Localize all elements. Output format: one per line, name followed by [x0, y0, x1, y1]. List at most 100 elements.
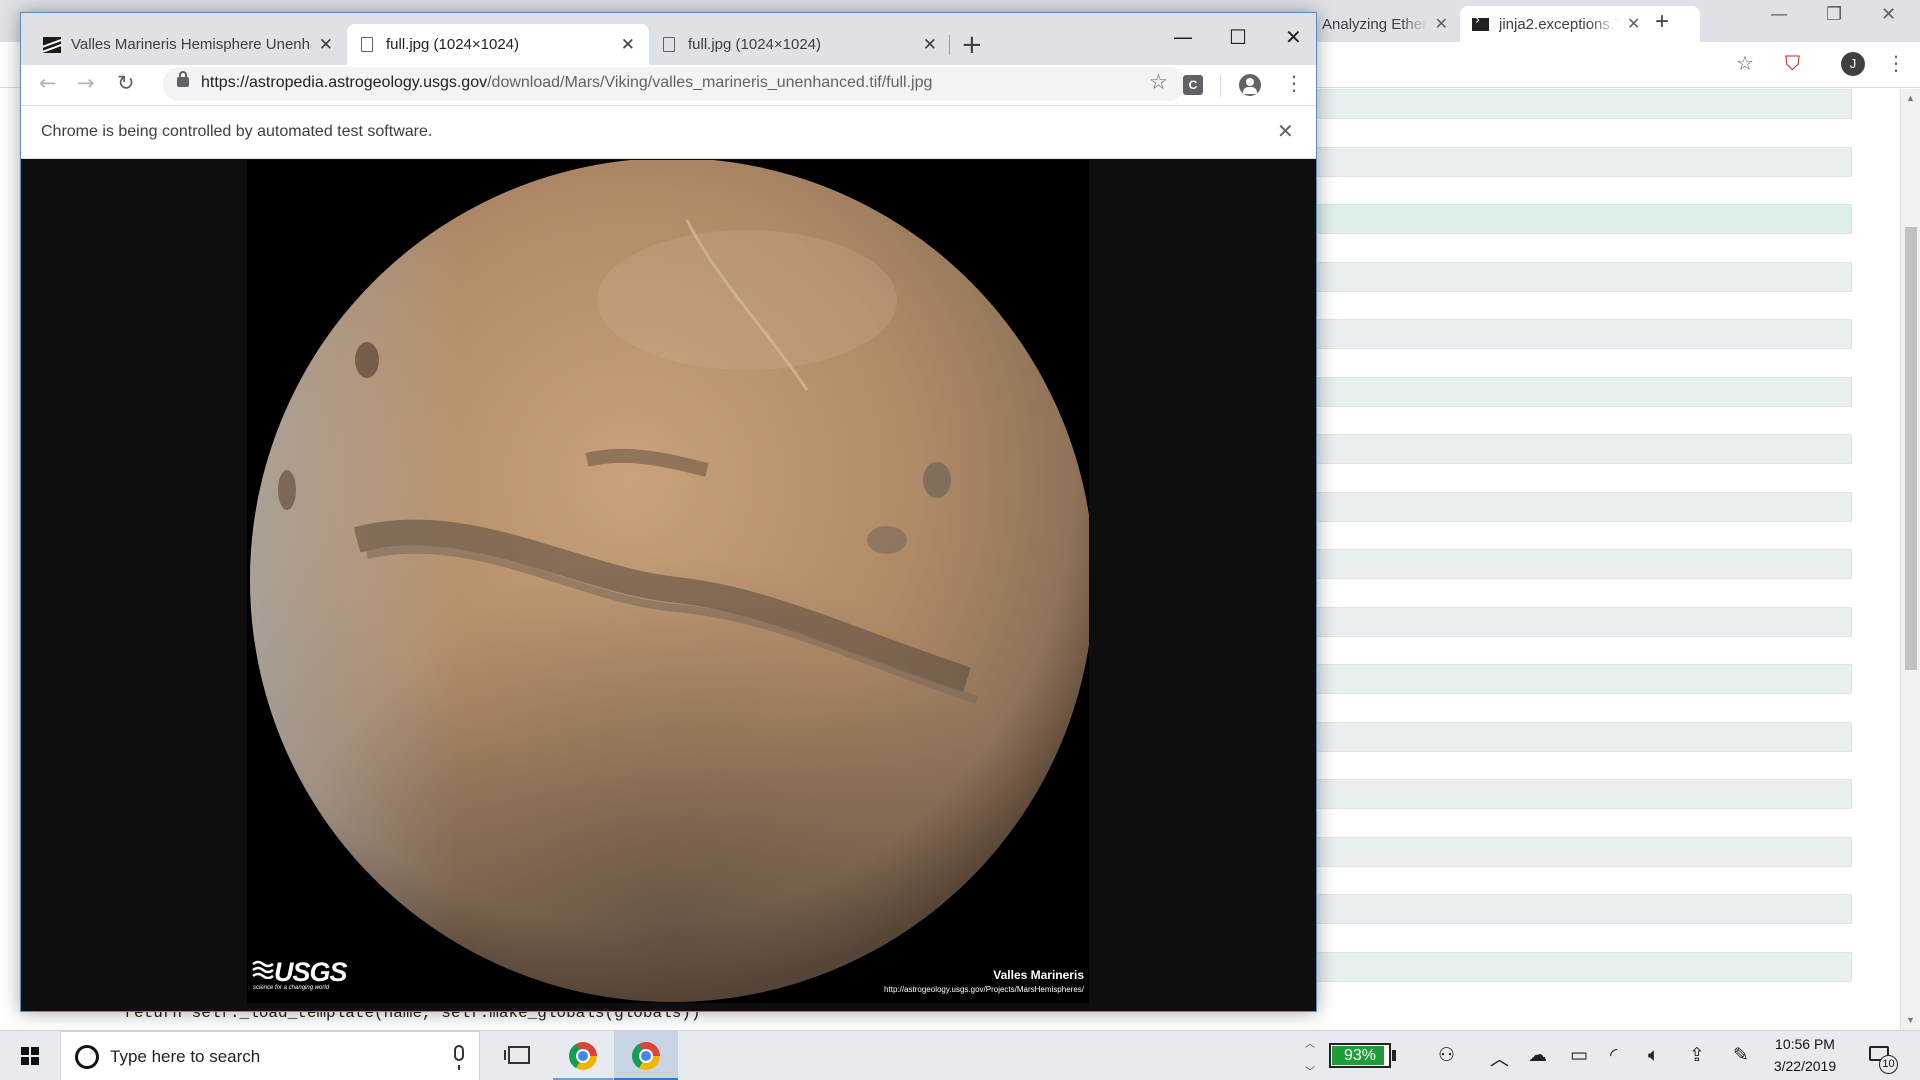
- new-tab-button[interactable]: +: [1655, 8, 1669, 36]
- menu-icon[interactable]: ⋮: [1886, 51, 1906, 75]
- infobar-message: Chrome is being controlled by automated …: [41, 123, 433, 140]
- tray-scroll[interactable]: ︿ ﹀: [1305, 1031, 1319, 1080]
- background-tab-analyzing[interactable]: Analyzing Ethereum ✕: [1310, 6, 1460, 42]
- close-icon[interactable]: ✕: [1435, 14, 1448, 34]
- tab-label: Analyzing Ethereum: [1322, 15, 1427, 33]
- battery-meter[interactable]: 93%: [1329, 1043, 1391, 1068]
- image-viewer: USGS science for a changing world Valles…: [21, 159, 1316, 1011]
- volume-icon[interactable]: 🔈︎: [1648, 1044, 1659, 1066]
- new-tab-button[interactable]: +: [961, 30, 983, 60]
- table-row: [1316, 607, 1852, 637]
- url-text[interactable]: https://astropedia.astrogeology.usgs.gov…: [201, 74, 932, 92]
- tab-strip: Valles Marineris Hemisphere Unenhanced ✕…: [21, 13, 1316, 65]
- microphone-icon[interactable]: [454, 1045, 464, 1070]
- extension-icon[interactable]: C: [1183, 75, 1203, 95]
- windows-logo-icon: [21, 1047, 39, 1065]
- toolbar-divider: [1220, 75, 1221, 97]
- tab-label: jinja2.exceptions.TemplateNotFound: [1499, 15, 1619, 33]
- usgs-tagline: science for a changing world: [253, 985, 330, 991]
- mars-image[interactable]: USGS science for a changing world Valles…: [247, 160, 1089, 1003]
- minimize-icon[interactable]: —: [1770, 4, 1788, 25]
- cortana-icon: [75, 1045, 99, 1069]
- browser-window: Valles Marineris Hemisphere Unenhanced ✕…: [20, 12, 1317, 1012]
- url-host: https://astropedia.astrogeology.usgs.gov: [201, 74, 488, 91]
- close-icon[interactable]: ✕: [1277, 119, 1294, 143]
- onedrive-icon[interactable]: ☁: [1528, 1044, 1547, 1066]
- cloud-upload-icon[interactable]: ⇪: [1689, 1044, 1705, 1066]
- tab-full-jpg[interactable]: full.jpg (1024×1024) ✕: [649, 24, 951, 65]
- close-icon[interactable]: ✕: [1285, 25, 1302, 49]
- taskbar-search[interactable]: Type here to search: [60, 1031, 480, 1080]
- minimize-icon[interactable]: —: [1173, 25, 1193, 49]
- tab-divider: [949, 35, 950, 55]
- table-row: [1316, 837, 1852, 867]
- usgs-favicon-icon: [43, 36, 61, 53]
- close-icon[interactable]: ✕: [1881, 4, 1896, 25]
- chrome-icon[interactable]: [569, 1042, 597, 1070]
- mars-planet-illustration: [247, 160, 1089, 1003]
- table-row: [1316, 89, 1852, 119]
- chevron-up-icon[interactable]: ︿: [1305, 1035, 1315, 1050]
- tab-label: full.jpg (1024×1024): [688, 36, 822, 53]
- taskbar: Type here to search ︿ ﹀ 93% ⚇ ︿ ☁ ▭ ◜ 🔈︎…: [0, 1030, 1920, 1080]
- forward-icon[interactable]: →: [77, 71, 95, 95]
- star-icon[interactable]: ☆: [1149, 70, 1168, 94]
- tab-full-jpg-active[interactable]: full.jpg (1024×1024) ✕: [347, 24, 649, 65]
- menu-icon[interactable]: ⋮: [1284, 71, 1304, 95]
- restore-icon[interactable]: ❐: [1826, 4, 1842, 25]
- browser-toolbar: ← → ↻ https://astropedia.astrogeology.us…: [21, 65, 1316, 105]
- chevron-down-icon[interactable]: ﹀: [1305, 1063, 1315, 1078]
- table-row: [1316, 319, 1852, 349]
- pen-icon[interactable]: ✎: [1733, 1044, 1749, 1066]
- document-icon: [663, 37, 675, 52]
- star-icon[interactable]: ☆: [1736, 51, 1754, 75]
- table-row: [1316, 492, 1852, 522]
- scroll-down-icon[interactable]: ▼: [1906, 1015, 1915, 1025]
- usgs-waves-icon: [252, 960, 274, 979]
- table-row: [1316, 894, 1852, 924]
- scrollbar[interactable]: ▲ ▼: [1900, 89, 1920, 1030]
- table-row: [1316, 434, 1852, 464]
- close-icon[interactable]: ✕: [1627, 14, 1640, 34]
- tab-label: Valles Marineris Hemisphere Unenhanced: [71, 36, 311, 53]
- task-view-icon[interactable]: [504, 1046, 530, 1064]
- tab-label: full.jpg (1024×1024): [386, 36, 520, 53]
- table-row: [1316, 147, 1852, 177]
- scroll-up-icon[interactable]: ▲: [1906, 93, 1915, 103]
- people-icon[interactable]: ⚇: [1438, 1044, 1455, 1066]
- chrome-icon[interactable]: [632, 1042, 660, 1070]
- tab-valles-marineris[interactable]: Valles Marineris Hemisphere Unenhanced ✕: [29, 24, 347, 65]
- table-row: [1316, 722, 1852, 752]
- clock-date[interactable]: 3/22/2019: [1755, 1058, 1855, 1074]
- pocket-icon[interactable]: ⛉: [1785, 51, 1800, 75]
- scrollbar-thumb[interactable]: [1905, 227, 1917, 670]
- close-icon[interactable]: ✕: [923, 35, 937, 55]
- start-button[interactable]: [0, 1031, 60, 1080]
- maximize-icon[interactable]: ☐: [1229, 25, 1247, 49]
- terminal-icon: [1472, 13, 1489, 31]
- document-icon: [361, 37, 373, 52]
- automation-infobar: Chrome is being controlled by automated …: [21, 105, 1316, 159]
- notification-count[interactable]: 10: [1879, 1055, 1898, 1074]
- close-icon[interactable]: ✕: [319, 35, 333, 55]
- avatar[interactable]: J: [1841, 52, 1865, 76]
- battery-icon[interactable]: ▭: [1570, 1044, 1588, 1066]
- search-placeholder: Type here to search: [110, 1047, 261, 1066]
- wifi-icon[interactable]: ◜: [1610, 1044, 1617, 1066]
- back-icon[interactable]: ←: [39, 71, 57, 95]
- address-bar[interactable]: https://astropedia.astrogeology.usgs.gov…: [163, 67, 1186, 101]
- profile-icon[interactable]: [1239, 74, 1261, 96]
- close-icon[interactable]: ✕: [621, 35, 635, 55]
- chevron-up-icon[interactable]: ︿: [1490, 1044, 1509, 1071]
- table-row: [1316, 779, 1852, 809]
- usgs-wordmark: USGS: [274, 957, 348, 987]
- table-row: [1316, 664, 1852, 694]
- reload-icon[interactable]: ↻: [117, 71, 135, 95]
- table-row: [1316, 262, 1852, 292]
- clock-time[interactable]: 10:56 PM: [1755, 1036, 1855, 1052]
- table-row: [1316, 952, 1852, 982]
- table-row: [1316, 549, 1852, 579]
- lock-icon[interactable]: [177, 71, 189, 87]
- image-caption-title: Valles Marineris: [993, 968, 1084, 982]
- url-path: /download/Mars/Viking/valles_marineris_u…: [487, 74, 933, 91]
